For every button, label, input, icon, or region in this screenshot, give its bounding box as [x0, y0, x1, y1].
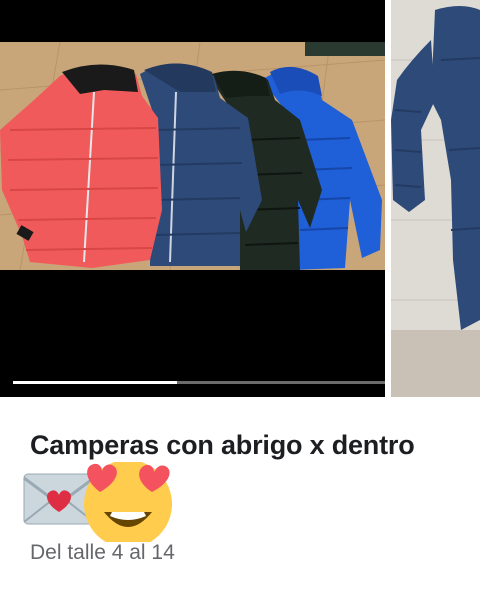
emoji-row	[22, 460, 182, 548]
carousel-progress-track	[13, 381, 385, 384]
post-title: Camperas con abrigo x dentro	[30, 430, 415, 460]
jackets-photo	[0, 41, 385, 397]
image-carousel[interactable]	[0, 0, 480, 397]
carousel-slide-next[interactable]	[391, 0, 480, 397]
next-jacket-photo	[391, 0, 480, 397]
heart-eyes-icon	[84, 460, 172, 548]
post-subtitle: Del talle 4 al 14	[30, 541, 175, 564]
carousel-progress-fill	[13, 381, 177, 384]
love-letter-icon	[23, 473, 95, 525]
carousel-slide-jackets[interactable]	[0, 0, 385, 397]
